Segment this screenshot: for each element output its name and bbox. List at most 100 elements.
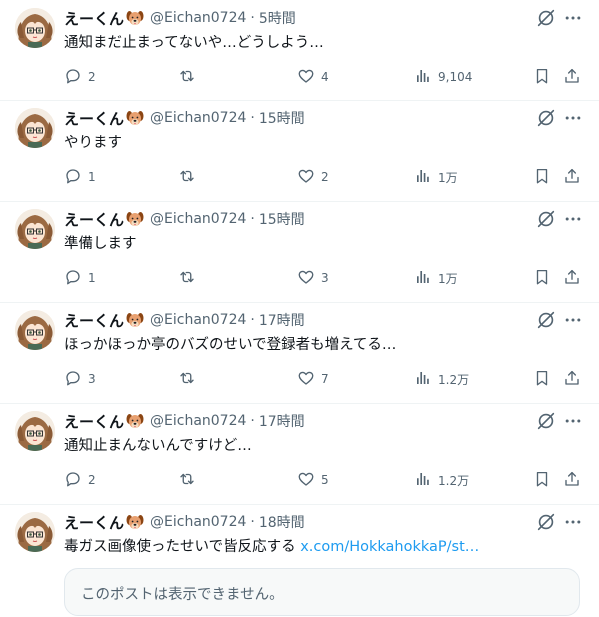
views-button[interactable]: 1万 [414,166,458,188]
user-handle[interactable]: @Eichan0724 [150,10,246,26]
retweet-button[interactable] [178,469,202,491]
like-button[interactable]: 7 [297,368,329,390]
avatar[interactable] [15,411,55,451]
like-button[interactable]: 4 [297,66,329,88]
tweet[interactable]: えーくん @Eichan0724 · 15時間 やります 1 2 1万 [0,100,599,202]
timestamp[interactable]: 5時間 [259,8,296,28]
avatar[interactable] [15,512,55,552]
mute-icon[interactable] [535,7,557,29]
retweet-button[interactable] [178,166,202,188]
tweet-text: 準備します [64,232,137,253]
share-button[interactable] [563,66,581,88]
timestamp[interactable]: 15時間 [259,209,305,229]
bookmark-icon [533,369,551,390]
tweet[interactable]: えーくん @Eichan0724 · 5時間 通知まだ止まってないや…どうしよう… [0,0,599,101]
avatar[interactable] [15,8,55,48]
share-button[interactable] [563,368,581,390]
mute-icon[interactable] [535,410,557,432]
more-icon[interactable] [563,7,583,29]
user-handle[interactable]: @Eichan0724 [150,312,246,328]
avatar[interactable] [15,209,55,249]
views-icon [414,167,432,188]
timestamp[interactable]: 17時間 [259,310,305,330]
reply-count: 2 [88,473,96,487]
display-name[interactable]: えーくん [64,411,124,432]
tweet-actions: 2 4 9,104 [64,66,584,88]
timestamp[interactable]: 17時間 [259,411,305,431]
timestamp[interactable]: 18時間 [259,512,305,532]
tweet[interactable]: えーくん @Eichan0724 · 17時間 通知止まんないんですけど… 2 [0,403,599,505]
share-button[interactable] [563,166,581,188]
bookmark-button[interactable] [533,66,551,88]
views-button[interactable]: 9,104 [414,66,472,88]
retweet-button[interactable] [178,267,202,289]
like-count: 3 [321,271,329,285]
tweet-text: やります [64,131,122,152]
reply-button[interactable]: 2 [64,66,96,88]
mute-icon[interactable] [535,208,557,230]
tweet-text-body: やります [64,135,122,151]
share-icon [563,268,581,289]
share-button[interactable] [563,469,581,491]
bookmark-icon [533,167,551,188]
display-name[interactable]: えーくん [64,108,124,129]
view-count: 1万 [438,170,458,185]
tweet-actions: 1 3 1万 [64,267,584,289]
views-icon [414,67,432,88]
more-icon[interactable] [563,107,583,129]
reply-button[interactable]: 2 [64,469,96,491]
user-handle[interactable]: @Eichan0724 [150,211,246,227]
mute-icon[interactable] [535,107,557,129]
user-handle[interactable]: @Eichan0724 [150,110,246,126]
display-name[interactable]: えーくん [64,512,124,533]
mute-icon[interactable] [535,309,557,331]
reply-button[interactable]: 1 [64,267,96,289]
tweet[interactable]: えーくん @Eichan0724 · 15時間 準備します 1 3 1万 [0,201,599,303]
quoted-post-unavailable[interactable]: このポストは表示できません。 [64,568,580,616]
display-name[interactable]: えーくん [64,209,124,230]
bookmark-button[interactable] [533,267,551,289]
display-name[interactable]: えーくん [64,8,124,29]
like-button[interactable]: 3 [297,267,329,289]
tweet[interactable]: えーくん @Eichan0724 · 17時間 ほっかほっか亭のバズのせいで登録… [0,302,599,404]
tweet-actions: 1 2 1万 [64,166,584,188]
reply-button[interactable]: 3 [64,368,96,390]
more-icon[interactable] [563,410,583,432]
views-button[interactable]: 1.2万 [414,469,469,491]
more-icon[interactable] [563,309,583,331]
more-icon[interactable] [563,208,583,230]
bookmark-button[interactable] [533,166,551,188]
avatar[interactable] [15,108,55,148]
timestamp[interactable]: 15時間 [259,108,305,128]
reply-icon [64,470,82,491]
bookmark-button[interactable] [533,469,551,491]
views-button[interactable]: 1.2万 [414,368,469,390]
like-count: 5 [321,473,329,487]
dog-emoji-icon [126,9,144,27]
views-button[interactable]: 1万 [414,267,458,289]
share-button[interactable] [563,267,581,289]
tweet-link[interactable]: x.com/HokkahokkaP/st… [300,539,479,555]
mute-icon[interactable] [535,511,557,533]
bookmark-button[interactable] [533,368,551,390]
separator: · [250,312,255,328]
like-button[interactable]: 5 [297,469,329,491]
more-icon[interactable] [563,511,583,533]
retweet-button[interactable] [178,368,202,390]
reply-count: 1 [88,271,96,285]
retweet-button[interactable] [178,66,202,88]
retweet-icon [178,470,196,491]
user-handle[interactable]: @Eichan0724 [150,514,246,530]
like-button[interactable]: 2 [297,166,329,188]
display-name[interactable]: えーくん [64,310,124,331]
tweet-actions: 2 5 1.2万 [64,469,584,491]
dog-emoji-icon [126,513,144,531]
user-handle[interactable]: @Eichan0724 [150,413,246,429]
tweet-text: 通知止まんないんですけど… [64,434,252,455]
tweet-text: 通知まだ止まってないや…どうしよう… [64,31,324,52]
avatar[interactable] [15,310,55,350]
reply-button[interactable]: 1 [64,166,96,188]
tweet-text-body: 通知まだ止まってないや…どうしよう… [64,35,324,51]
tweet-text: ほっかほっか亭のバズのせいで登録者も増えてる… [64,333,396,354]
reply-count: 2 [88,70,96,84]
